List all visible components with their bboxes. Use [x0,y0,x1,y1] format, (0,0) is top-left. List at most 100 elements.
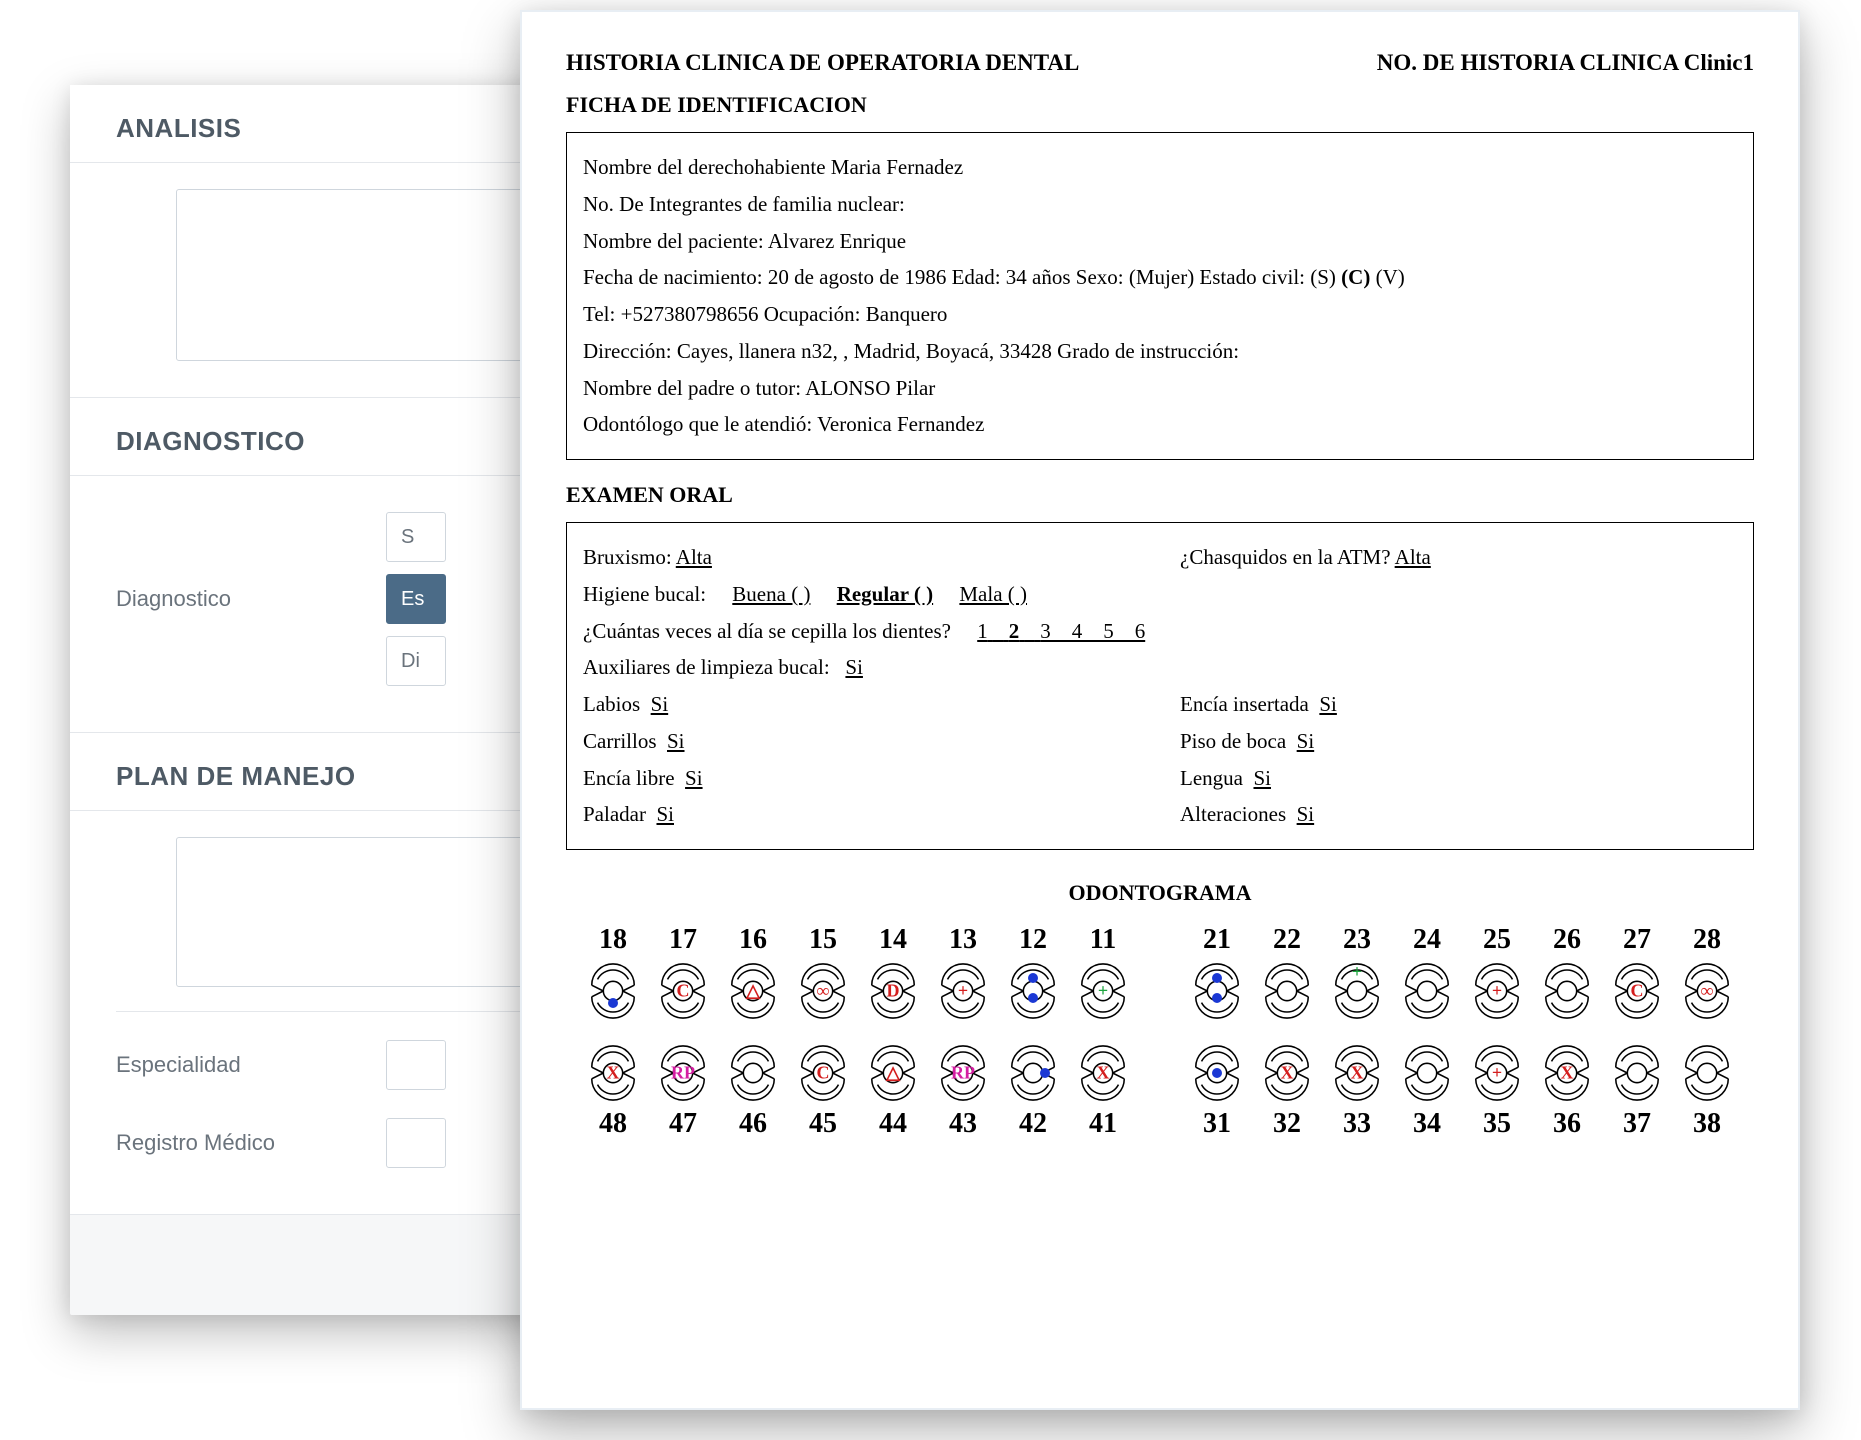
cepilla-nums: 1 2 3 4 5 6 [977,619,1145,643]
tooth-37: 37 [1608,1044,1666,1140]
tooth-42: 42 [1004,1044,1062,1140]
tooth-dot [1212,1068,1222,1078]
tooth-mark: △ [886,1063,900,1084]
tooth-icon [1398,962,1456,1020]
diagnostico-select-1[interactable]: S [386,512,446,562]
tooth-41: X41 [1074,1044,1132,1140]
tooth-number: 44 [879,1108,907,1140]
tooth-25: 25 + [1468,924,1526,1020]
tooth-dot [608,998,618,1008]
especialidad-label: Especialidad [116,1052,356,1078]
tooth-33: X33 [1328,1044,1386,1140]
tooth-dot [1212,973,1222,983]
exam-chasquidos: ¿Chasquidos en la ATM? Alta [1180,539,1737,576]
tooth-mark: + [1098,981,1108,1002]
tooth-dot [1212,993,1222,1003]
tooth-icon: ∞ [1678,962,1736,1020]
tooth-11: 11 + [1074,924,1132,1020]
tooth-mark: X [1561,1063,1574,1084]
tooth-31: 31 [1188,1044,1246,1140]
tooth-45: C45 [794,1044,852,1140]
ficha-title: FICHA DE IDENTIFICACION [566,92,1754,118]
tooth-number: 38 [1693,1108,1721,1140]
exam-cepilla-row: ¿Cuántas veces al día se cepilla los die… [583,613,1737,650]
tooth-number: 31 [1203,1108,1231,1140]
tooth-number: 26 [1553,924,1581,956]
tooth-icon: + [1074,962,1132,1020]
tooth-number: 18 [599,924,627,956]
tooth-number: 17 [669,924,697,956]
clinical-history-document: HISTORIA CLINICA DE OPERATORIA DENTAL NO… [520,10,1800,1410]
exam-encia-insertada: Encía insertada Si [1180,686,1737,723]
tooth-mark: + [1352,962,1362,983]
tooth-dot [1028,993,1038,1003]
diagnostico-select-3[interactable]: Di [386,636,446,686]
exam-bruxismo: Bruxismo: Alta [583,539,1140,576]
piso-label: Piso de boca [1180,729,1286,753]
tooth-number: 34 [1413,1108,1441,1140]
doc-title: HISTORIA CLINICA DE OPERATORIA DENTAL [566,50,1079,76]
encia-libre-label: Encía libre [583,766,675,790]
tooth-number: 42 [1019,1108,1047,1140]
tooth-number: 12 [1019,924,1047,956]
exam-lengua: Lengua Si [1180,760,1737,797]
tooth-38: 38 [1678,1044,1736,1140]
tooth-27: 27 C [1608,924,1666,1020]
tooth-number: 16 [739,924,767,956]
tooth-number: 37 [1623,1108,1651,1140]
tooth-23: 23 + [1328,924,1386,1020]
exam-labios: Labios Si [583,686,1140,723]
tooth-number: 11 [1090,924,1116,956]
tooth-icon: ∞ [794,962,852,1020]
chasquidos-label: ¿Chasquidos en la ATM? [1180,545,1391,569]
tooth-43: RP43 [934,1044,992,1140]
tooth-17: 17 C [654,924,712,1020]
tooth-number: 32 [1273,1108,1301,1140]
labios-val: Si [651,692,669,716]
tooth-icon: RP [654,1044,712,1102]
tooth-26: 26 [1538,924,1596,1020]
odontograma-bottom-row: X 48 RP 47 46 [566,1044,1754,1140]
tooth-14: 14 D [864,924,922,1020]
tooth-18: 18 [584,924,642,1020]
tooth-icon [1004,1044,1062,1102]
tooth-icon: C [794,1044,852,1102]
encia-ins-val: Si [1319,692,1337,716]
ficha-line-8: Odontólogo que le atendió: Veronica Fern… [583,406,1737,443]
tooth-mark: C [817,1063,830,1084]
higiene-label: Higiene bucal: [583,582,706,606]
tooth-12: 12 [1004,924,1062,1020]
odo-group-bot-right: 31 X32 X33 [1188,1044,1736,1140]
tooth-mark: D [887,981,900,1002]
tooth-22: 22 [1258,924,1316,1020]
exam-title: EXAMEN ORAL [566,482,1754,508]
tooth-icon [1678,1044,1736,1102]
tooth-mark: ∞ [1701,981,1714,1002]
tooth-32: X32 [1258,1044,1316,1140]
tooth-15: 15 ∞ [794,924,852,1020]
tooth-number: 48 [599,1108,627,1140]
exam-alteraciones: Alteraciones Si [1180,796,1737,833]
paladar-label: Paladar [583,802,646,826]
tooth-28: 28 ∞ [1678,924,1736,1020]
alter-label: Alteraciones [1180,802,1286,826]
carrillos-label: Carrillos [583,729,657,753]
tooth-number: 22 [1273,924,1301,956]
ficha-line-3: Nombre del paciente: Alvarez Enrique [583,223,1737,260]
tooth-mark: C [677,981,690,1002]
exam-piso-boca: Piso de boca Si [1180,723,1737,760]
tooth-mark: X [1351,1063,1364,1084]
diagnostico-select-2[interactable]: Es [386,574,446,624]
tooth-icon [1004,962,1062,1020]
registro-medico-input[interactable] [386,1118,446,1168]
tooth-icon [724,1044,782,1102]
bruxismo-label: Bruxismo: [583,545,672,569]
especialidad-input[interactable] [386,1040,446,1090]
aux-val: Si [845,655,863,679]
tooth-number: 47 [669,1108,697,1140]
tooth-mark: RP [951,1063,975,1084]
tooth-number: 46 [739,1108,767,1140]
cepilla-2: 2 [1009,619,1020,643]
tooth-icon: D [864,962,922,1020]
tooth-number: 36 [1553,1108,1581,1140]
